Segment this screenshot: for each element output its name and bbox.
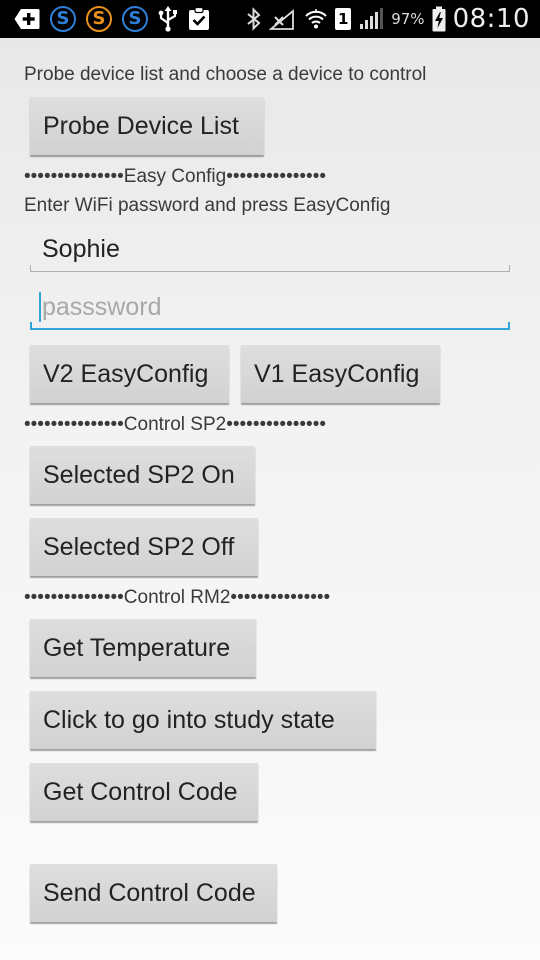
battery-percent: 97% [391,10,425,28]
s-blue-icon: S [122,6,148,32]
text-cursor [39,292,41,322]
s-orange-icon: S [86,6,112,32]
send-control-code-button[interactable]: Send Control Code [30,864,277,922]
sim-1-icon: 1 [335,6,352,32]
system-icons: 1 97% 08:10 [246,4,540,34]
s-blue-icon: S [50,6,76,32]
wifi-icon [304,6,328,32]
no-signal-icon [269,6,297,32]
ssid-value: Sophie [42,235,120,263]
probe-instruction: Probe device list and choose a device to… [24,64,427,85]
password-field[interactable]: passsword [30,286,510,330]
control-sp2-section-title: •••••••••••••••Control SP2••••••••••••••… [24,414,326,435]
battery-charging-icon [432,6,446,32]
easy-config-instruction: Enter WiFi password and press EasyConfig [24,195,391,216]
sp2-off-button[interactable]: Selected SP2 Off [30,518,258,576]
get-temperature-button[interactable]: Get Temperature [30,619,256,677]
v2-easyconfig-button[interactable]: V2 EasyConfig [30,345,229,403]
cell-signal-icon [358,6,384,32]
study-state-button[interactable]: Click to go into study state [30,691,376,749]
usb-icon [158,6,178,32]
notification-icons: S S S [0,6,210,32]
sim-slot-label: 1 [335,8,352,30]
sp2-on-button[interactable]: Selected SP2 On [30,446,255,504]
password-placeholder: passsword [42,292,162,321]
control-rm2-section-title: •••••••••••••••Control RM2••••••••••••••… [24,587,331,608]
probe-device-list-button[interactable]: Probe Device List [30,97,264,155]
easy-config-section-title: •••••••••••••••Easy Config••••••••••••••… [24,166,326,187]
get-control-code-button[interactable]: Get Control Code [30,763,258,821]
status-bar: S S S 1 97% 08:10 [0,0,540,38]
ssid-field[interactable]: Sophie [30,228,510,272]
v1-easyconfig-button[interactable]: V1 EasyConfig [241,345,440,403]
clipboard-check-icon [188,6,210,32]
clock: 08:10 [452,4,530,34]
bluetooth-icon [246,6,262,32]
add-box-icon [14,6,40,32]
